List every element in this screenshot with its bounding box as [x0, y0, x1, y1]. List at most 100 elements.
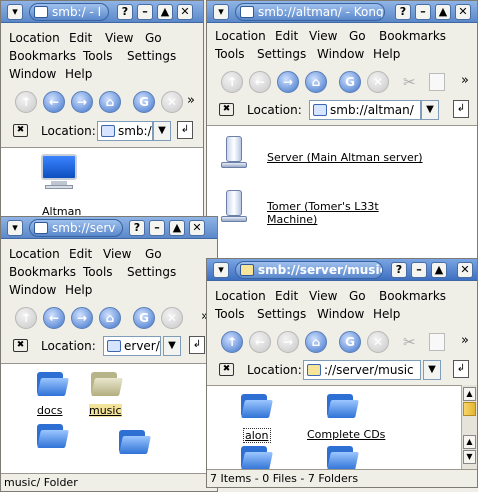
go-button[interactable]: ↲ — [177, 121, 193, 139]
menu-go[interactable]: Go — [145, 31, 162, 45]
reload-icon[interactable]: G — [133, 307, 155, 329]
menu-bookmarks[interactable]: Bookmarks — [9, 265, 76, 279]
stop-icon[interactable]: ✕ — [367, 331, 389, 353]
maximize-button[interactable]: ▲ — [435, 4, 451, 20]
menu-tools[interactable]: Tools — [215, 47, 245, 61]
more-icon[interactable]: » — [187, 93, 195, 108]
reload-icon[interactable]: G — [339, 331, 361, 353]
menu-edit[interactable]: Edit — [275, 29, 298, 43]
menu-edit[interactable]: Edit — [69, 31, 92, 45]
folder-label[interactable]: alon — [243, 428, 271, 443]
maximize-button[interactable]: ▲ — [157, 4, 173, 20]
location-dropdown[interactable]: ▼ — [421, 100, 439, 120]
menu-view[interactable]: View — [309, 289, 337, 303]
menu-settings[interactable]: Settings — [127, 265, 176, 279]
folder-icon[interactable] — [239, 392, 273, 420]
menu-location[interactable]: Location — [215, 289, 266, 303]
up-icon[interactable]: ↑ — [15, 91, 37, 113]
titlebar[interactable]: ▾ smb://server/music ? – ▲ ✕ — [207, 259, 477, 281]
menu-help[interactable]: Help — [65, 283, 92, 297]
up-icon[interactable]: ↑ — [221, 71, 243, 93]
menu-location[interactable]: Location — [9, 247, 60, 261]
location-dropdown[interactable]: ▼ — [153, 121, 171, 141]
menu-window[interactable]: Window — [317, 47, 364, 61]
menu-bookmarks[interactable]: Bookmarks — [379, 289, 446, 303]
folder-icon[interactable] — [35, 422, 69, 450]
forward-icon[interactable]: → — [71, 91, 93, 113]
location-dropdown[interactable]: ▼ — [163, 336, 181, 356]
menu-window[interactable]: Window — [9, 67, 56, 81]
clear-location-icon[interactable]: ✖ — [13, 339, 28, 352]
close-button[interactable]: ✕ — [177, 4, 193, 20]
minimize-button[interactable]: – — [411, 262, 427, 278]
folder-label[interactable]: docs — [37, 404, 63, 417]
location-input[interactable]: ://server/music — [303, 360, 421, 380]
menu-window[interactable]: Window — [317, 307, 364, 321]
up-icon[interactable]: ↑ — [221, 331, 243, 353]
go-button[interactable]: ↲ — [453, 360, 469, 378]
menu-settings[interactable]: Settings — [127, 49, 176, 63]
more-icon[interactable]: » — [461, 333, 469, 348]
window-menu-button[interactable]: ▾ — [213, 4, 229, 20]
window-menu-button[interactable]: ▾ — [7, 4, 23, 20]
menu-window[interactable]: Window — [9, 283, 56, 297]
back-icon[interactable]: ← — [249, 71, 271, 93]
window-menu-button[interactable]: ▾ — [213, 262, 229, 278]
monitor-icon[interactable] — [39, 154, 79, 190]
copy-icon[interactable] — [429, 333, 445, 351]
maximize-button[interactable]: ▲ — [169, 220, 185, 236]
scroll-down-arrow[interactable]: ▼ — [463, 450, 476, 464]
titlebar[interactable]: ▾ smb://altman/ - Konq ? – ▲ ✕ — [207, 1, 477, 23]
menu-view[interactable]: View — [309, 29, 337, 43]
minimize-button[interactable]: – — [415, 4, 431, 20]
menu-tools[interactable]: Tools — [215, 307, 245, 321]
folder-icon[interactable] — [35, 370, 69, 398]
up-icon[interactable]: ↑ — [15, 307, 37, 329]
copy-icon[interactable] — [429, 73, 445, 91]
menu-edit[interactable]: Edit — [275, 289, 298, 303]
menu-bookmarks[interactable]: Bookmarks — [9, 49, 76, 63]
back-icon[interactable]: ← — [43, 307, 65, 329]
location-input[interactable]: smb:/ — [97, 121, 153, 141]
menu-view[interactable]: View — [105, 31, 133, 45]
menu-tools[interactable]: Tools — [83, 49, 113, 63]
server-icon[interactable] — [221, 136, 247, 170]
more-icon[interactable]: » — [461, 73, 469, 88]
menu-go[interactable]: Go — [349, 289, 366, 303]
menu-help[interactable]: Help — [373, 307, 400, 321]
close-button[interactable]: ✕ — [189, 220, 205, 236]
clear-location-icon[interactable]: ✖ — [219, 363, 234, 376]
help-button[interactable]: ? — [391, 262, 407, 278]
scroll-up-arrow[interactable]: ▲ — [463, 387, 476, 401]
vertical-scrollbar[interactable]: ▲ ▲ ▼ — [461, 385, 477, 469]
scroll-thumb[interactable] — [463, 402, 476, 416]
maximize-button[interactable]: ▲ — [431, 262, 447, 278]
go-button[interactable]: ↲ — [453, 100, 469, 118]
folder-icon[interactable] — [325, 392, 359, 420]
scroll-down-arrow[interactable]: ▲ — [463, 435, 476, 449]
close-button[interactable]: ✕ — [457, 262, 473, 278]
menu-view[interactable]: View — [103, 247, 131, 261]
window-menu-button[interactable]: ▾ — [7, 220, 23, 236]
menu-location[interactable]: Location — [9, 31, 60, 45]
go-button[interactable]: ↲ — [189, 336, 205, 354]
location-dropdown[interactable]: ▼ — [423, 360, 441, 380]
clear-location-icon[interactable]: ✖ — [219, 103, 234, 116]
stop-icon[interactable]: ✕ — [161, 91, 183, 113]
home-icon[interactable]: ⌂ — [99, 91, 121, 113]
home-icon[interactable]: ⌂ — [99, 307, 121, 329]
server-link[interactable]: Server (Main Altman server) — [267, 151, 423, 164]
back-icon[interactable]: ← — [249, 331, 271, 353]
home-icon[interactable]: ⌂ — [305, 331, 327, 353]
folder-icon[interactable] — [239, 444, 273, 472]
help-button[interactable]: ? — [117, 4, 133, 20]
menu-edit[interactable]: Edit — [69, 247, 92, 261]
cut-icon[interactable]: ✂ — [403, 73, 416, 91]
forward-icon[interactable]: → — [277, 331, 299, 353]
menu-help[interactable]: Help — [65, 67, 92, 81]
reload-icon[interactable]: G — [133, 91, 155, 113]
menu-location[interactable]: Location — [215, 29, 266, 43]
menu-go[interactable]: Go — [145, 247, 162, 261]
clear-location-icon[interactable]: ✖ — [13, 124, 28, 137]
folder-label[interactable]: Complete CDs — [307, 428, 385, 441]
